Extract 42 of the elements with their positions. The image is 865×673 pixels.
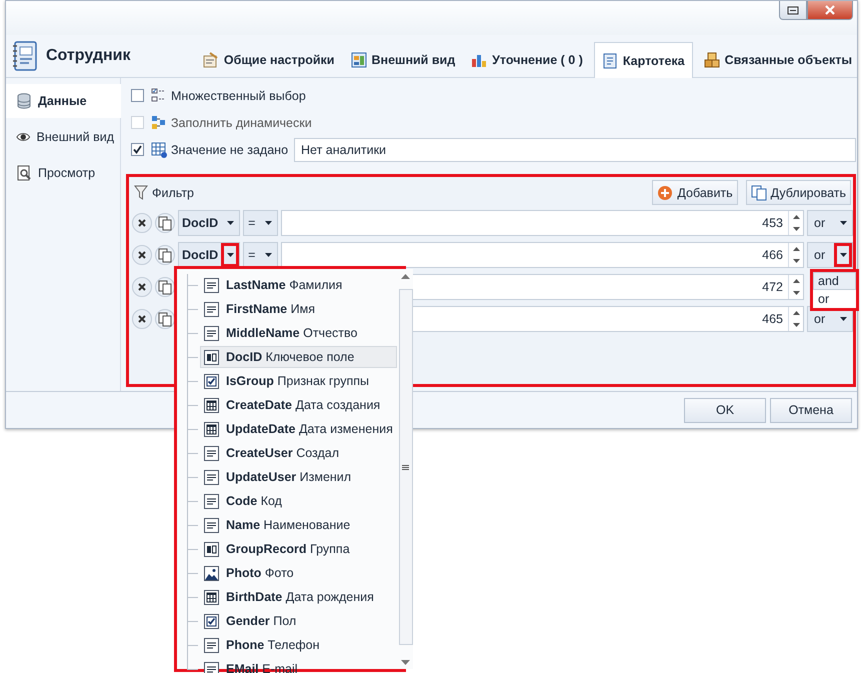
dropdown-item[interactable]: Gender Пол [200, 610, 397, 632]
operator-dropdown[interactable]: = [243, 210, 278, 236]
dropdown-item[interactable]: Photo Фото [200, 562, 397, 584]
dropdown-item[interactable]: UpdateUser Изменил [200, 466, 397, 488]
logic-dropdown[interactable]: or [807, 210, 853, 236]
dropdown-item[interactable]: BirthDate Дата рождения [200, 586, 397, 608]
dropdown-item[interactable]: Name Наименование [200, 514, 397, 536]
dropdown-item[interactable]: Code Код [200, 490, 397, 512]
field-dropdown[interactable]: DocID [178, 210, 240, 236]
sidebar-item[interactable]: Просмотр [6, 156, 120, 190]
tab[interactable]: Общие настройки [198, 42, 340, 77]
tab[interactable]: Картотека [594, 42, 693, 78]
filter-title: Фильтр [152, 186, 195, 200]
checkbox-label: Значение не задано [171, 142, 288, 156]
tab[interactable]: Связанные объекты [698, 42, 857, 77]
dialog-button[interactable]: Отмена [770, 398, 852, 422]
tab[interactable]: Уточнение ( 0 ) [466, 42, 588, 77]
toolbar-button[interactable]: Дублировать [746, 180, 851, 205]
dropdown-item[interactable]: CreateUser Создал [200, 442, 397, 464]
dropdown-item[interactable]: DocID Ключевое поле [200, 346, 397, 368]
dropdown-item[interactable]: and [813, 272, 856, 290]
sidebar-item[interactable]: Внешний вид [6, 120, 120, 154]
dropdown-item[interactable]: or [813, 290, 856, 308]
sidebar-item[interactable]: Данные [6, 84, 121, 118]
number-field[interactable]: 453 [281, 210, 804, 236]
operator-dropdown[interactable]: = [243, 242, 278, 268]
dropdown-item[interactable]: CreateDate Дата создания [200, 394, 397, 416]
toolbar-button[interactable]: Добавить [652, 180, 738, 205]
logic-dropdown[interactable]: or [807, 242, 853, 268]
tab[interactable]: Внешний вид [346, 42, 460, 77]
dialog-button[interactable]: OK [684, 398, 766, 422]
dropdown-item[interactable]: Phone Телефон [200, 634, 397, 656]
dropdown-item[interactable]: GroupRecord Группа [200, 538, 397, 560]
checkbox-label: Заполнить динамически [171, 116, 312, 130]
window-title: Сотрудник [46, 47, 130, 65]
checkbox-label: Множественный выбор [171, 88, 306, 102]
number-field[interactable]: 466 [281, 242, 804, 268]
dropdown-item[interactable]: EMail E-mail [200, 658, 397, 673]
dropdown-item[interactable]: UpdateDate Дата изменения [200, 418, 397, 440]
field-dropdown[interactable]: DocID [178, 242, 240, 268]
text-field[interactable]: Нет аналитики [294, 138, 856, 162]
dropdown-item[interactable]: IsGroup Признак группы [200, 370, 397, 392]
